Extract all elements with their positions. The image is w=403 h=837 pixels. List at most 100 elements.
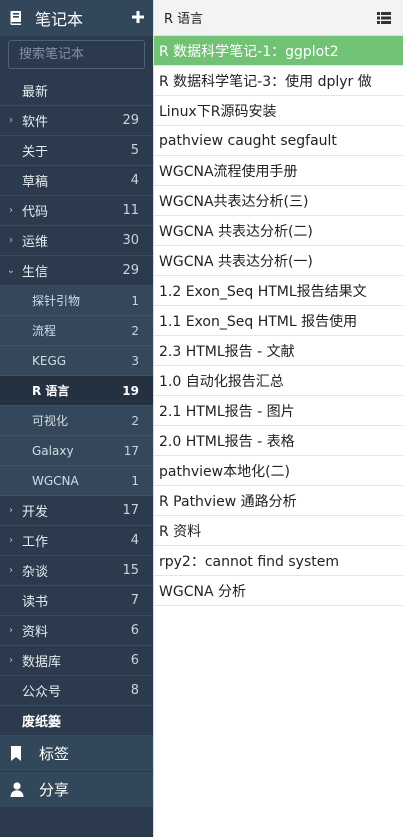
sidebar-subitem[interactable]: 可视化 2 — [0, 406, 153, 436]
sidebar-item-label: 草稿 — [22, 175, 49, 190]
notebook-sidebar: 笔记本 最新›软件29关于5草稿4›代码11›运维30⌄生信29探针引物1流程2… — [0, 0, 153, 837]
note-item[interactable]: pathview本地化(二) — [154, 456, 403, 486]
note-count: 6 — [130, 623, 139, 638]
sidebar-item[interactable]: 关于 5 — [0, 136, 153, 166]
note-count: 4 — [130, 173, 139, 188]
sidebar-item-label: 软件 — [22, 115, 49, 130]
sidebar-item-label: 最新 — [22, 85, 49, 100]
note-item[interactable]: 2.1 HTML报告 - 图片 — [154, 396, 403, 426]
sidebar-item-label: 探针引物 — [32, 294, 81, 308]
sidebar-subitem[interactable]: Galaxy 17 — [0, 436, 153, 466]
add-notebook-button[interactable] — [132, 9, 144, 27]
note-count: 6 — [130, 653, 139, 668]
sidebar-item-label: R 语言 — [32, 384, 70, 398]
current-notebook-title: R 语言 — [164, 12, 204, 27]
sidebar-item-label: WGCNA — [32, 473, 79, 488]
user-icon — [10, 781, 24, 798]
sidebar-item-label: 杂谈 — [22, 565, 49, 580]
sidebar-subitem[interactable]: R 语言 19 — [0, 376, 153, 406]
chevron-right-icon[interactable]: › — [0, 235, 22, 246]
note-item[interactable]: WGCNA 共表达分析(一) — [154, 246, 403, 276]
note-list-header: R 语言 — [154, 0, 403, 36]
sidebar-item-label: 代码 — [22, 205, 49, 220]
bookmark-icon — [10, 745, 24, 762]
note-item[interactable]: 1.1 Exon_Seq HTML 报告使用 — [154, 306, 403, 336]
sidebar-item-label: 资料 — [22, 625, 49, 640]
note-item[interactable]: 1.0 自动化报告汇总 — [154, 366, 403, 396]
note-count: 8 — [130, 683, 139, 698]
sidebar-subitem[interactable]: KEGG 3 — [0, 346, 153, 376]
sidebar-item-label: 开发 — [22, 505, 49, 520]
sidebar-item[interactable]: ⌄ 生信 29 — [0, 256, 153, 286]
sidebar-item[interactable]: 最新 — [0, 76, 153, 106]
sidebar-item[interactable]: › 运维 30 — [0, 226, 153, 256]
note-item[interactable]: WGCNA 分析 — [154, 576, 403, 606]
chevron-right-icon[interactable]: › — [0, 655, 22, 666]
chevron-right-icon[interactable]: › — [0, 625, 22, 636]
note-item[interactable]: WGCNA共表达分析(三) — [154, 186, 403, 216]
sidebar-item-label: 可视化 — [32, 414, 69, 428]
note-count: 29 — [122, 113, 139, 128]
sidebar-item[interactable]: › 杂谈 15 — [0, 556, 153, 586]
note-count: 30 — [122, 233, 139, 248]
note-item[interactable]: R 数据科学笔记-3：使用 dplyr 做 — [154, 66, 403, 96]
note-count: 4 — [130, 533, 139, 548]
share-button[interactable]: 分享 — [0, 772, 153, 808]
sidebar-item[interactable]: 读书 7 — [0, 586, 153, 616]
sidebar-subitem[interactable]: 探针引物 1 — [0, 286, 153, 316]
sidebar-item[interactable]: 草稿 4 — [0, 166, 153, 196]
sidebar-subitem[interactable]: 流程 2 — [0, 316, 153, 346]
note-count: 7 — [130, 593, 139, 608]
chevron-right-icon[interactable]: › — [0, 565, 22, 576]
search-notebooks-input[interactable] — [8, 40, 145, 69]
note-item[interactable]: WGCNA 共表达分析(二) — [154, 216, 403, 246]
note-item[interactable]: R 数据科学笔记-1：ggplot2 — [154, 36, 403, 66]
sidebar-item[interactable]: 废纸篓 — [0, 706, 153, 736]
sidebar-item-label: 废纸篓 — [22, 715, 62, 730]
sidebar-item-label: 关于 — [22, 145, 49, 160]
sidebar-item-label: 运维 — [22, 235, 49, 250]
note-item[interactable]: R Pathview 通路分析 — [154, 486, 403, 516]
chevron-right-icon[interactable]: › — [0, 205, 22, 216]
sidebar-item-label: 公众号 — [22, 685, 62, 700]
sidebar-item-label: 生信 — [22, 265, 49, 280]
notes: R 数据科学笔记-1：ggplot2 R 数据科学笔记-3：使用 dplyr 做L… — [154, 36, 403, 606]
note-item[interactable]: 2.3 HTML报告 - 文献 — [154, 336, 403, 366]
chevron-right-icon[interactable]: › — [0, 535, 22, 546]
sidebar-item[interactable]: › 数据库 6 — [0, 646, 153, 676]
sidebar-item[interactable]: › 工作 4 — [0, 526, 153, 556]
note-count: 29 — [122, 263, 139, 278]
chevron-right-icon[interactable]: › — [0, 505, 22, 516]
note-item[interactable]: WGCNA流程使用手册 — [154, 156, 403, 186]
sidebar-subitem[interactable]: WGCNA 1 — [0, 466, 153, 496]
sidebar-title: 笔记本 — [35, 10, 84, 29]
sidebar-item[interactable]: › 软件 29 — [0, 106, 153, 136]
note-list-panel: R 语言 R 数据科学笔记-1：ggplot2 R 数据科学笔记-3：使用 dpl… — [153, 0, 403, 837]
plus-icon — [132, 11, 144, 23]
sidebar-item[interactable]: › 开发 17 — [0, 496, 153, 526]
sidebar-item-label: 数据库 — [22, 655, 62, 670]
list-view-icon[interactable] — [377, 11, 391, 24]
note-item[interactable]: Linux下R源码安装 — [154, 96, 403, 126]
note-item[interactable]: 2.0 HTML报告 - 表格 — [154, 426, 403, 456]
notebook-list: 最新 › 软件 29 关于 5 草稿 4 › 代码 11 › 运维 30 ⌄ 生信 29 探针引物 1 流程 2 KEGG… — [0, 76, 153, 736]
chevron-down-icon[interactable]: ⌄ — [0, 265, 22, 276]
sidebar-item[interactable]: 公众号 8 — [0, 676, 153, 706]
tags-button[interactable]: 标签 — [0, 736, 153, 772]
note-item[interactable]: R 资料 — [154, 516, 403, 546]
note-count: 2 — [131, 413, 139, 428]
sidebar-item-label: KEGG — [32, 353, 67, 368]
share-label: 分享 — [39, 781, 70, 799]
note-count: 5 — [130, 143, 139, 158]
sidebar-item[interactable]: › 代码 11 — [0, 196, 153, 226]
note-count: 17 — [123, 443, 139, 458]
note-item[interactable]: rpy2：cannot find system — [154, 546, 403, 576]
tags-label: 标签 — [39, 745, 70, 763]
sidebar-item[interactable]: › 资料 6 — [0, 616, 153, 646]
note-item[interactable]: pathview caught segfault — [154, 126, 403, 156]
note-count: 15 — [122, 563, 139, 578]
sidebar-header: 笔记本 — [0, 0, 153, 36]
note-item[interactable]: 1.2 Exon_Seq HTML报告结果文 — [154, 276, 403, 306]
chevron-right-icon[interactable]: › — [0, 115, 22, 126]
note-count: 1 — [131, 473, 139, 488]
